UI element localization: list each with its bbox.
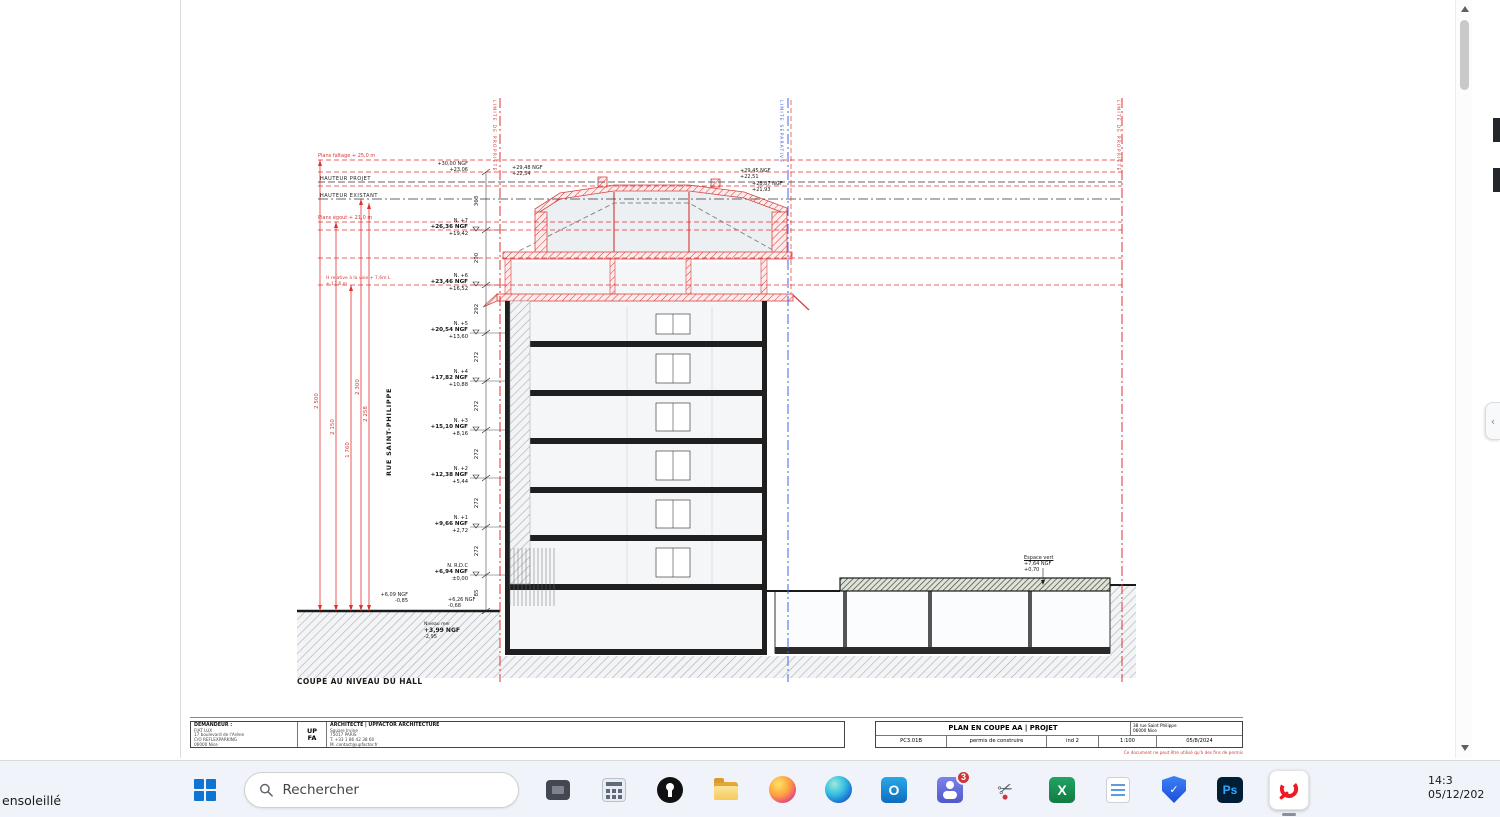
windows-logo-icon [194, 779, 216, 801]
screen: Plans faîtage + 25,0 m HAUTEUR PROJET HA… [0, 0, 1500, 817]
window-icon [546, 780, 570, 800]
folder-icon [714, 782, 738, 800]
weather-text: ensoleillé [2, 793, 61, 808]
lock-icon [657, 777, 683, 803]
notification-badge: 3 [956, 770, 971, 785]
taskbar-app-window[interactable] [541, 773, 575, 807]
taskbar-clock[interactable]: 14:3 05/12/202 [1428, 774, 1484, 802]
weather-widget[interactable]: ensoleillé [2, 793, 61, 808]
demandeur-line: 06000 Nice [194, 743, 294, 747]
taskbar-file-explorer[interactable] [709, 773, 743, 807]
taskbar-snipping-tool[interactable]: ✂ [989, 773, 1023, 807]
scroll-down-button[interactable] [1456, 740, 1473, 756]
firefox-icon [769, 776, 796, 803]
taskbar-center: O 3 ✂ X ✓ Ps [188, 761, 1309, 817]
chevron-left-icon: ‹ [1491, 415, 1495, 428]
taskbar-outlook[interactable]: O [877, 773, 911, 807]
vertical-scrollbar[interactable] [1455, 0, 1472, 758]
taskbar-firefox[interactable] [765, 773, 799, 807]
title-block-project: PLAN EN COUPE AA | PROJET 38 rue Saint P… [875, 721, 1243, 748]
clock-date: 05/12/202 [1428, 788, 1484, 802]
project-address: 38 rue Saint Philippe 06000 Nice [1130, 722, 1242, 735]
sheet-ref: PC3.01B [876, 736, 946, 747]
taskbar-keepass[interactable] [653, 773, 687, 807]
right-edge-artifact [1493, 118, 1500, 142]
chevron-down-icon [1461, 745, 1469, 751]
taskbar-teams[interactable]: 3 [933, 773, 967, 807]
taskbar-photoshop[interactable]: Ps [1213, 773, 1247, 807]
edge-icon [825, 776, 852, 803]
architecte-block: ARCHITECTE | UPFACTOR ARCHITECTURE Squar… [327, 722, 844, 747]
pdf-viewer-canvas[interactable]: Plans faîtage + 25,0 m HAUTEUR PROJET HA… [0, 0, 1500, 760]
collapsed-panel-tab[interactable]: ‹ [1485, 402, 1500, 440]
sheet-index: ind 2 [1046, 736, 1098, 747]
address-line: 06000 Nice [1133, 728, 1240, 733]
start-button[interactable] [188, 773, 222, 807]
taskbar-acrobat[interactable] [1269, 770, 1309, 810]
architecte-line: M. contact@upfactor.fr [330, 743, 841, 747]
upfa-logo: UP FA [297, 722, 327, 747]
search-input[interactable] [282, 782, 504, 798]
taskbar-security[interactable]: ✓ [1157, 773, 1191, 807]
architecte-details: Square Irvine75017 PARIST. +33 1 86 42 3… [330, 729, 841, 747]
calculator-icon [602, 778, 626, 802]
notepad-icon [1106, 777, 1130, 803]
demandeur-block: DEMANDEUR : FIAT LUX17 boulevard de l'Ar… [191, 722, 297, 747]
sheet-scale: 1:100 [1098, 736, 1156, 747]
shield-icon: ✓ [1162, 776, 1186, 803]
sheet-title: PLAN EN COUPE AA | PROJET [876, 722, 1130, 735]
taskbar-search[interactable] [244, 772, 519, 808]
right-edge-artifact [1493, 168, 1500, 192]
scroll-up-button[interactable] [1456, 1, 1473, 17]
photoshop-icon: Ps [1217, 777, 1243, 803]
scissors-icon: ✂ [995, 777, 1016, 802]
logo-line: FA [308, 735, 317, 742]
excel-icon: X [1049, 777, 1075, 803]
taskbar: ensoleillé O 3 ✂ [0, 760, 1500, 817]
acrobat-icon [1278, 779, 1300, 801]
demandeur-details: FIAT LUX17 boulevard de l'ArèneC/O REFLE… [194, 729, 294, 747]
sheet-date: 05/8/2024 [1156, 736, 1242, 747]
taskbar-notes[interactable] [1101, 773, 1135, 807]
outlook-icon: O [881, 777, 907, 803]
sheet-doc-type: permis de construire [946, 736, 1046, 747]
search-icon [259, 782, 273, 798]
scrollbar-thumb[interactable] [1460, 20, 1469, 90]
taskbar-calculator[interactable] [597, 773, 631, 807]
title-block-left: DEMANDEUR : FIAT LUX17 boulevard de l'Ar… [190, 721, 845, 748]
chevron-up-icon [1461, 6, 1469, 12]
taskbar-edge[interactable] [821, 773, 855, 807]
taskbar-excel[interactable]: X [1045, 773, 1079, 807]
clock-time: 14:3 [1428, 774, 1484, 788]
section-drawing [0, 0, 1500, 760]
